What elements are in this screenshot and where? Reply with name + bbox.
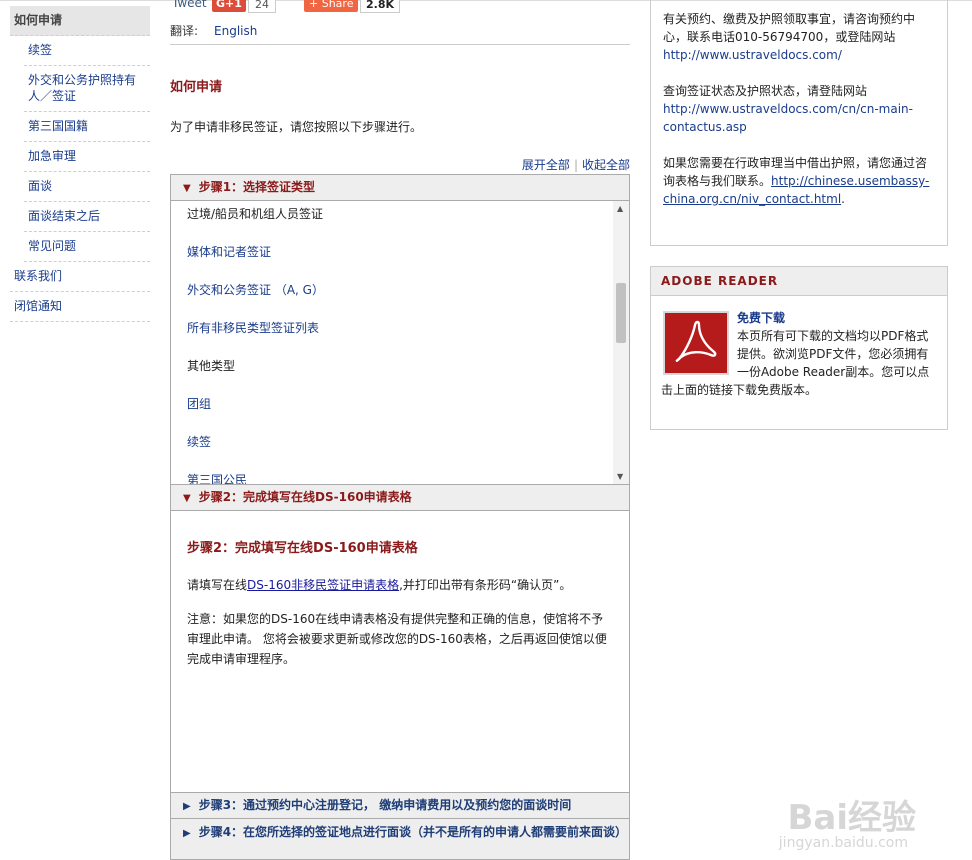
sidebar-item-expedite[interactable]: 加急审理: [24, 142, 150, 172]
step4-header[interactable]: ▶ 步骤4：在您所选择的签证地点进行面谈（并不是所有的申请人都需要前来面谈）: [171, 819, 629, 859]
triangle-down-icon: ▼: [183, 183, 191, 194]
list-item[interactable]: 外交和公务签证 （A, G）: [187, 271, 324, 309]
step1-list[interactable]: 过境/船员和机组人员签证 媒体和记者签证 外交和公务签证 （A, G） 所有非移…: [171, 201, 629, 485]
sidebar-nav: 如何申请 续签 外交和公务护照持有人／签证 第三国国籍 加急审理 面谈 面谈结束…: [10, 6, 150, 322]
list-item[interactable]: 所有非移民类型签证列表: [187, 309, 324, 347]
sidebar-item-renewal[interactable]: 续签: [24, 36, 150, 66]
sidebar-item-faq[interactable]: 常见问题: [24, 232, 150, 262]
triangle-down-icon: ▼: [183, 493, 191, 504]
adobe-reader-box: ADOBE READER 免费下载 本页所有可下载的文档均以PDF格式提供。欲浏…: [650, 266, 948, 430]
scroll-up-icon[interactable]: ▲: [617, 204, 623, 213]
visa-type-link[interactable]: 外交和公务签证 （A, G）: [187, 283, 324, 297]
sidebar-item-third-country[interactable]: 第三国国籍: [24, 112, 150, 142]
step2-header[interactable]: ▼ 步骤2：完成填写在线DS-160申请表格: [171, 485, 629, 511]
translate-label: 翻译:: [170, 24, 199, 38]
expand-controls: 展开全部 | 收起全部: [522, 156, 630, 173]
gplus-button[interactable]: G+1: [212, 0, 246, 12]
appointment-text: 有关预约、缴费及护照领取事宜，请咨询预约中心，联系电话010-56794700，…: [663, 12, 916, 44]
passport-info: 如果您需要在行政审理当中借出护照，请您通过咨询表格与我们联系。http://ch…: [663, 154, 935, 208]
ustraveldocs-link[interactable]: http://www.ustraveldocs.com/: [663, 48, 842, 62]
triangle-right-icon: ▶: [183, 801, 191, 812]
translate-row: 翻译: English: [170, 22, 257, 39]
visa-type-link[interactable]: 媒体和记者签证: [187, 245, 271, 259]
page-title: 如何申请: [170, 80, 223, 95]
sidebar-item-how-to-apply[interactable]: 如何申请: [10, 6, 150, 36]
list-item[interactable]: 续签: [187, 423, 324, 461]
status-text: 查询签证状态及护照状态，请登陆网站: [663, 84, 868, 98]
adobe-reader-text: 免费下载 本页所有可下载的文档均以PDF格式提供。欲浏览PDF文件，您必须拥有一…: [661, 309, 937, 399]
gplus-count: 24: [248, 0, 276, 13]
share-count: 2.8K: [360, 0, 401, 13]
step3-header[interactable]: ▶ 步骤3：通过预约中心注册登记， 缴纳申请费用以及预约您的面谈时间: [171, 793, 629, 819]
english-link[interactable]: English: [214, 24, 257, 38]
list-item[interactable]: 第三国公民: [187, 461, 324, 484]
baidu-watermark-url: jingyan.baidu.com: [778, 835, 908, 851]
intro-text: 为了申请非移民签证，请您按照以下步骤进行。: [170, 120, 423, 134]
step2-body: 步骤2：完成填写在线DS-160申请表格 请填写在线DS-160非移民签证申请表…: [171, 511, 629, 793]
share-button[interactable]: + Share: [304, 0, 359, 12]
ds160-link[interactable]: DS-160非移民签证申请表格: [247, 578, 399, 592]
baidu-watermark: Bai经验: [787, 798, 916, 838]
status-info: 查询签证状态及护照状态，请登陆网站 http://www.ustraveldocs…: [663, 82, 935, 136]
step1-header[interactable]: ▼ 步骤1：选择签证类型: [171, 175, 629, 201]
sidebar-item-diplomatic[interactable]: 外交和公务护照持有人／签证: [24, 66, 150, 112]
step2-note: 注意：如果您的DS-160在线申请表格没有提供完整和正确的信息，使馆将不予审理此…: [187, 612, 607, 666]
step2-title: 步骤2：完成填写在线DS-160申请表格: [198, 490, 412, 504]
scroll-down-icon[interactable]: ▼: [617, 472, 623, 481]
scroll-thumb[interactable]: [616, 283, 626, 343]
expand-all-link[interactable]: 展开全部: [522, 158, 570, 172]
sidebar-item-contact[interactable]: 联系我们: [10, 262, 150, 292]
step1-title: 步骤1：选择签证类型: [198, 180, 316, 194]
collapse-all-link[interactable]: 收起全部: [582, 158, 630, 172]
free-download-link[interactable]: 免费下载: [737, 311, 785, 325]
step2-instruction: 请填写在线DS-160非移民签证申请表格,并打印出带有条形码“确认页”。: [187, 575, 613, 595]
step4-title: 步骤4：在您所选择的签证地点进行面谈（并不是所有的申请人都需要前来面谈）: [198, 825, 628, 839]
sidebar-item-closures[interactable]: 闭馆通知: [10, 292, 150, 322]
tweet-button[interactable]: Tweet: [172, 0, 207, 10]
passport-text-end: .: [841, 192, 845, 206]
scrollbar[interactable]: ▲ ▼: [613, 201, 629, 484]
contact-info-box: 有关预约、缴费及护照领取事宜，请咨询预约中心，联系电话010-56794700，…: [650, 0, 948, 246]
sidebar-item-after-interview[interactable]: 面谈结束之后: [24, 202, 150, 232]
appointment-info: 有关预约、缴费及护照领取事宜，请咨询预约中心，联系电话010-56794700，…: [663, 10, 935, 64]
divider: [170, 44, 630, 45]
triangle-right-icon: ▶: [183, 828, 191, 839]
social-bar: Tweet G+1 24 + Share 2.8K: [170, 0, 630, 16]
visa-type-link[interactable]: 所有非移民类型签证列表: [187, 321, 319, 335]
step2-p1-pre: 请填写在线: [187, 578, 248, 592]
expand-separator: |: [573, 158, 578, 172]
adobe-reader-title: ADOBE READER: [651, 267, 947, 296]
list-item: 其他类型: [187, 359, 236, 373]
visa-type-link[interactable]: 团组: [187, 397, 211, 411]
contactus-link[interactable]: http://www.ustraveldocs.com/cn/cn-main-c…: [663, 102, 913, 134]
visa-type-link[interactable]: 第三国公民: [187, 473, 247, 484]
list-item[interactable]: 媒体和记者签证: [187, 233, 324, 271]
visa-type-link[interactable]: 续签: [187, 435, 211, 449]
list-item[interactable]: 团组: [187, 385, 324, 423]
steps-accordion: ▼ 步骤1：选择签证类型 过境/船员和机组人员签证 媒体和记者签证 外交和公务签证…: [170, 174, 630, 860]
step2-p1-post: ,并打印出带有条形码“确认页”。: [399, 578, 572, 592]
sidebar-item-interview[interactable]: 面谈: [24, 172, 150, 202]
list-item: 过境/船员和机组人员签证: [187, 207, 324, 221]
step3-title: 步骤3：通过预约中心注册登记， 缴纳申请费用以及预约您的面谈时间: [198, 798, 572, 812]
step2-heading: 步骤2：完成填写在线DS-160申请表格: [187, 541, 418, 556]
